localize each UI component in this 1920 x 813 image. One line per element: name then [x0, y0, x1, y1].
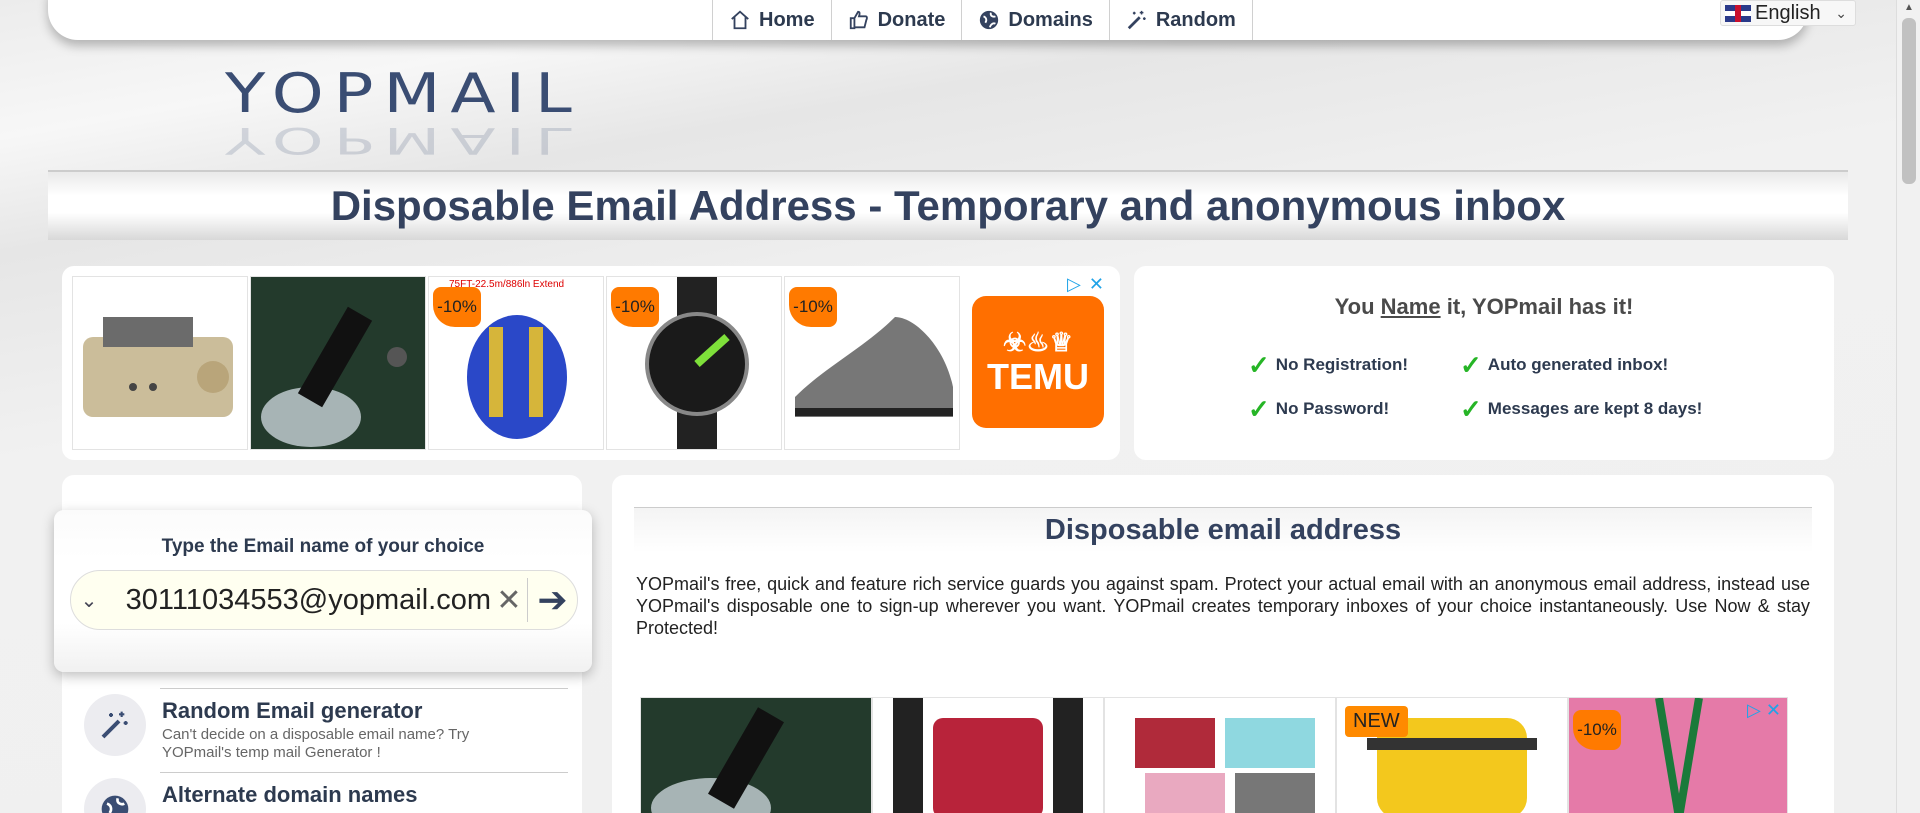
feature-no-registration: ✓ No Registration! [1248, 352, 1408, 378]
globe-icon [980, 10, 999, 30]
chevron-down-icon[interactable]: ⌄ [71, 588, 107, 613]
page-scrollbar[interactable]: ▲ [1896, 0, 1920, 813]
nav-domains[interactable]: Domains [961, 0, 1108, 40]
features-title-name: Name [1380, 294, 1441, 319]
email-input-card: Type the Email name of your choice ⌄ ✕ ➔ [54, 510, 592, 672]
divider [160, 688, 568, 689]
ad-product-clothes[interactable] [1104, 697, 1336, 813]
flashlight-image [651, 707, 784, 813]
random-generator-item[interactable]: Random Email generator Can't decide on a… [84, 694, 564, 774]
nav-domains-label: Domains [1008, 8, 1093, 31]
alternate-domains-item[interactable]: Alternate domain names [84, 778, 564, 813]
temu-brand-label: TEMU [987, 355, 1089, 397]
language-label: English [1755, 1, 1821, 24]
ad-product-cardigan[interactable]: -10% ▷ ✕ [1568, 697, 1788, 813]
ad-product-harness[interactable] [872, 697, 1104, 813]
discount-badge: -10% [789, 287, 837, 327]
harness-image [893, 698, 1083, 813]
random-generator-desc: Can't decide on a disposable email name?… [162, 726, 470, 761]
globe-icon [84, 778, 146, 813]
page-title: Disposable Email Address - Temporary and… [330, 182, 1566, 229]
temu-logo[interactable]: ☣♨♕ TEMU [972, 296, 1104, 428]
clothes-image [1135, 718, 1315, 813]
nav-donate-label: Donate [877, 8, 946, 31]
ad-choices[interactable]: ▷ ✕ [1067, 274, 1111, 294]
home-icon [731, 10, 749, 30]
scrollbar-thumb[interactable] [1902, 18, 1916, 184]
feature-label: No Password! [1275, 399, 1390, 418]
thumbs-up-icon [849, 10, 868, 30]
discount-badge: -10% [611, 287, 659, 327]
logo-reflection: YOPMAIL [225, 119, 582, 162]
ad-product-flashlight-2[interactable] [640, 697, 872, 813]
discount-badge: -10% [433, 287, 481, 327]
stove-image [83, 317, 233, 417]
nav-donate[interactable]: Donate [830, 0, 962, 40]
nav-random-label: Random [1155, 8, 1236, 31]
flashlight-image [251, 277, 425, 449]
chevron-down-icon: ⌄ [1835, 4, 1847, 21]
clear-icon[interactable]: ✕ [491, 583, 527, 618]
email-input-wrapper: ⌄ ✕ ➔ [70, 570, 578, 630]
ad-product-watch[interactable]: -10% [606, 276, 782, 450]
scroll-up-icon[interactable]: ▲ [1904, 2, 1914, 13]
temu-icon: ☣♨♕ [1003, 326, 1073, 357]
features-panel: You Name it, YOPmail has it! ✓ No Regist… [1134, 266, 1834, 460]
main-description: YOPmail's free, quick and feature rich s… [636, 574, 1810, 638]
ad-product-lunchbox[interactable]: NEW [1336, 697, 1568, 813]
ad-banner[interactable]: 75FT-22.5m/886ln Extend -10% -10% -10% ☣… [62, 266, 1120, 460]
main-heading-band: Disposable email address [634, 507, 1812, 553]
features-title-post: it, YOPmail has it! [1440, 294, 1634, 319]
alternate-domains-title[interactable]: Alternate domain names [162, 782, 418, 808]
language-select[interactable]: English ⌄ [1720, 0, 1856, 26]
new-badge: NEW [1345, 706, 1408, 737]
yopmail-logo[interactable]: YOPMAIL [225, 62, 582, 125]
ad-close-icon[interactable]: ▷ ✕ [1747, 700, 1781, 721]
feature-auto-inbox: ✓ Auto generated inbox! [1460, 352, 1668, 378]
check-icon: ✓ [1248, 394, 1270, 424]
divider [160, 772, 568, 773]
feature-no-password: ✓ No Password! [1248, 396, 1389, 422]
heading-band: Disposable Email Address - Temporary and… [48, 170, 1848, 240]
ad-choices-icon[interactable]: ▷ [1067, 274, 1081, 294]
top-navigation: Home Donate Domains Random English ⌄ [48, 0, 1856, 40]
nav-random[interactable]: Random [1108, 0, 1253, 40]
check-icon: ✓ [1248, 350, 1270, 380]
email-input[interactable] [107, 580, 491, 620]
discount-badge: -10% [1573, 710, 1621, 750]
ad-product-shoe[interactable]: -10% [784, 276, 960, 450]
go-arrow-button[interactable]: ➔ [527, 578, 577, 622]
nav-home[interactable]: Home [712, 0, 831, 40]
ad-product-stove[interactable] [72, 276, 248, 450]
main-heading: Disposable email address [1044, 514, 1402, 546]
uk-flag-icon [1725, 4, 1751, 22]
check-icon: ✓ [1460, 394, 1482, 424]
random-generator-title[interactable]: Random Email generator [162, 698, 422, 724]
feature-label: Auto generated inbox! [1487, 355, 1669, 374]
feature-label: Messages are kept 8 days! [1487, 399, 1703, 418]
feature-messages-kept: ✓ Messages are kept 8 days! [1460, 396, 1702, 422]
ad-close-icon[interactable]: ✕ [1089, 274, 1104, 294]
nav-menu: Home Donate Domains Random [712, 0, 1253, 40]
ad-product-flashlight[interactable] [250, 276, 426, 450]
nav-home-label: Home [759, 8, 815, 31]
check-icon: ✓ [1460, 350, 1482, 380]
features-title-pre: You [1334, 294, 1381, 319]
feature-label: No Registration! [1275, 355, 1409, 374]
magic-wand-icon [1127, 10, 1146, 30]
features-title: You Name it, YOPmail has it! [1134, 294, 1834, 320]
email-input-label: Type the Email name of your choice [161, 536, 485, 557]
magic-wand-icon [84, 694, 146, 756]
ad-product-hose[interactable]: 75FT-22.5m/886ln Extend -10% [428, 276, 604, 450]
